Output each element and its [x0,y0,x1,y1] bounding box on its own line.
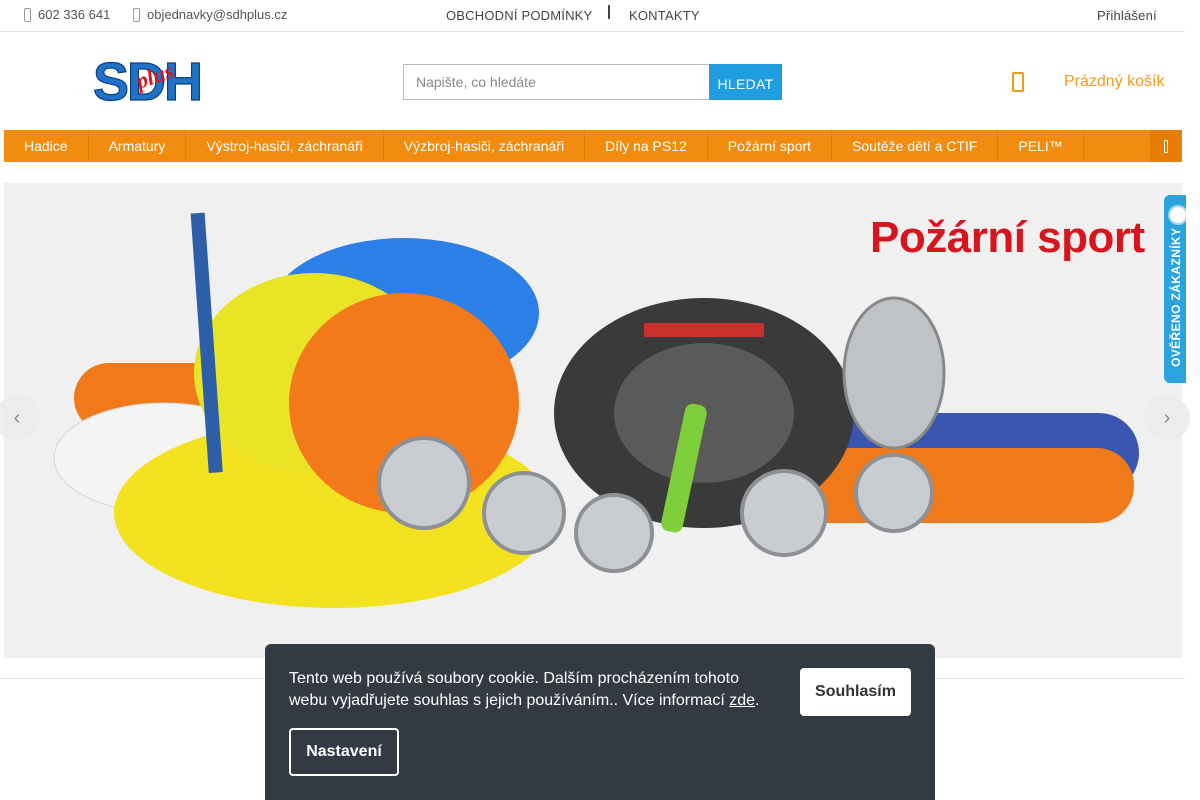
email-address: objednavky@sdhplus.cz [147,7,288,22]
cart-icon [1012,72,1024,92]
phone-contact[interactable]: 602 336 641 [24,7,110,22]
nav-item-vyzbroj[interactable]: Výzbroj-hasiči, záchranáři [384,130,586,162]
coupling-1 [377,436,471,530]
nav-more-button[interactable] [1150,130,1182,162]
nav-item-hadice[interactable]: Hadice [4,130,89,162]
hero-banner[interactable]: Požární sport [4,183,1182,658]
cookie-consent-panel: Tento web používá soubory cookie. Dalším… [265,644,935,800]
main-navigation: Hadice Armatury Výstroj-hasiči, záchraná… [4,130,1182,162]
cart[interactable]: Prázdný košík [1012,72,1164,92]
slider-next-button[interactable]: › [1144,395,1190,441]
cookie-info-link[interactable]: zde [729,692,755,709]
site-logo[interactable]: SDH plus [93,50,249,110]
coupling-4 [740,469,828,557]
cart-label: Prázdný košík [1064,73,1165,90]
coupling-5 [854,453,934,533]
nav-item-dily-ps12[interactable]: Díly na PS12 [585,130,708,162]
chevron-right-icon: › [1163,406,1171,429]
phone-icon [24,7,31,22]
search-button[interactable]: HLEDAT [709,64,782,100]
cookie-agree-button[interactable]: Souhlasím [800,668,911,716]
red-hose-stripe [644,323,764,337]
verified-badge[interactable]: OVĚŘENO ZÁKAZNÍKY [1164,195,1186,383]
coupling-2 [482,471,566,555]
chevron-left-icon: ‹ [13,406,21,429]
search-input[interactable] [403,64,709,100]
coupling-3 [574,493,654,573]
badge-text: OVĚŘENO ZÁKAZNÍKY [1169,227,1183,367]
phone-number: 602 336 641 [38,7,111,22]
topbar-divider [608,5,610,19]
nav-item-pozarni-sport[interactable]: Požární sport [708,130,833,162]
email-icon [133,7,140,22]
link-contacts[interactable]: KONTAKTY [629,8,700,23]
login-link[interactable]: Přihlášení [1097,8,1157,23]
cookie-settings-button[interactable]: Nastavení [289,728,399,776]
top-bar: 602 336 641 objednavky@sdhplus.cz OBCHOD… [0,0,1185,32]
menu-icon [1164,139,1168,153]
nav-item-peli[interactable]: PELI™ [998,130,1084,162]
nav-item-souteze[interactable]: Soutěže dětí a CTIF [832,130,999,162]
cookie-message-text: Tento web používá soubory cookie. Dalším… [289,670,740,709]
nav-item-vystroj[interactable]: Výstroj-hasiči, záchranáři [186,130,384,162]
link-terms[interactable]: OBCHODNÍ PODMÍNKY [446,8,592,23]
cookie-message: Tento web používá soubory cookie. Dalším… [289,668,769,712]
search-form: HLEDAT [403,64,782,100]
nav-item-armatury[interactable]: Armatury [89,130,187,162]
hero-title: Požární sport [870,213,1145,262]
cookie-message-period: . [755,692,760,709]
email-contact[interactable]: objednavky@sdhplus.cz [133,7,287,22]
badge-seal-icon [1168,205,1186,225]
suction-strainer [842,296,946,450]
